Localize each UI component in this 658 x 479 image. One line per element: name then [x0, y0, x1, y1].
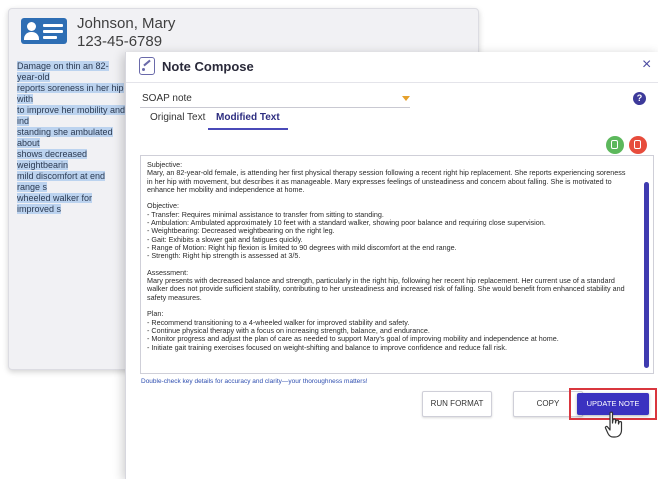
text-line: to improve her mobility and ind: [17, 105, 126, 126]
patient-id: 123-45-6789: [77, 33, 163, 50]
note-text: Subjective: Mary, an 82-year-old female,…: [147, 160, 626, 352]
hand-pointer-cursor-icon: [604, 411, 623, 438]
note-compose-icon: [139, 57, 155, 75]
patient-header: Johnson, Mary 123-45-6789: [9, 9, 478, 51]
run-format-button[interactable]: RUN FORMAT: [422, 391, 492, 417]
modal-header: Note Compose ×: [126, 52, 658, 83]
thumbs-down-button[interactable]: [629, 136, 647, 154]
text-line: wheeled walker for improved s: [17, 193, 93, 214]
id-card-icon: [21, 18, 67, 44]
close-icon[interactable]: ×: [642, 56, 651, 74]
thumbs-up-icon: [611, 140, 618, 149]
note-type-select[interactable]: SOAP note: [140, 90, 410, 108]
chevron-down-icon: [402, 96, 410, 101]
text-line: shows decreased weightbearin: [17, 149, 88, 170]
text-line: standing she ambulated about: [17, 127, 113, 148]
tab-modified-text[interactable]: Modified Text: [208, 112, 288, 130]
note-type-value: SOAP note: [142, 93, 192, 104]
help-icon[interactable]: ?: [633, 92, 646, 105]
selected-background-text: Damage on thin an 82-year-old reports so…: [17, 61, 129, 215]
modal-title: Note Compose: [162, 59, 254, 74]
patient-name: Johnson, Mary: [77, 15, 176, 32]
review-hint: Double-check key details for accuracy an…: [141, 378, 368, 385]
thumbs-up-button[interactable]: [606, 136, 624, 154]
text-line: Damage on thin an 82-year-old: [17, 61, 109, 82]
text-line: reports soreness in her hip with: [17, 83, 124, 104]
scrollbar-thumb[interactable]: [644, 182, 649, 368]
tab-original-text[interactable]: Original Text: [150, 112, 205, 128]
text-line: mild discomfort at end range s: [17, 171, 106, 192]
note-textarea[interactable]: Subjective: Mary, an 82-year-old female,…: [140, 155, 654, 374]
note-compose-modal: Note Compose × SOAP note ? Original Text…: [125, 52, 658, 479]
thumbs-down-icon: [634, 140, 641, 149]
